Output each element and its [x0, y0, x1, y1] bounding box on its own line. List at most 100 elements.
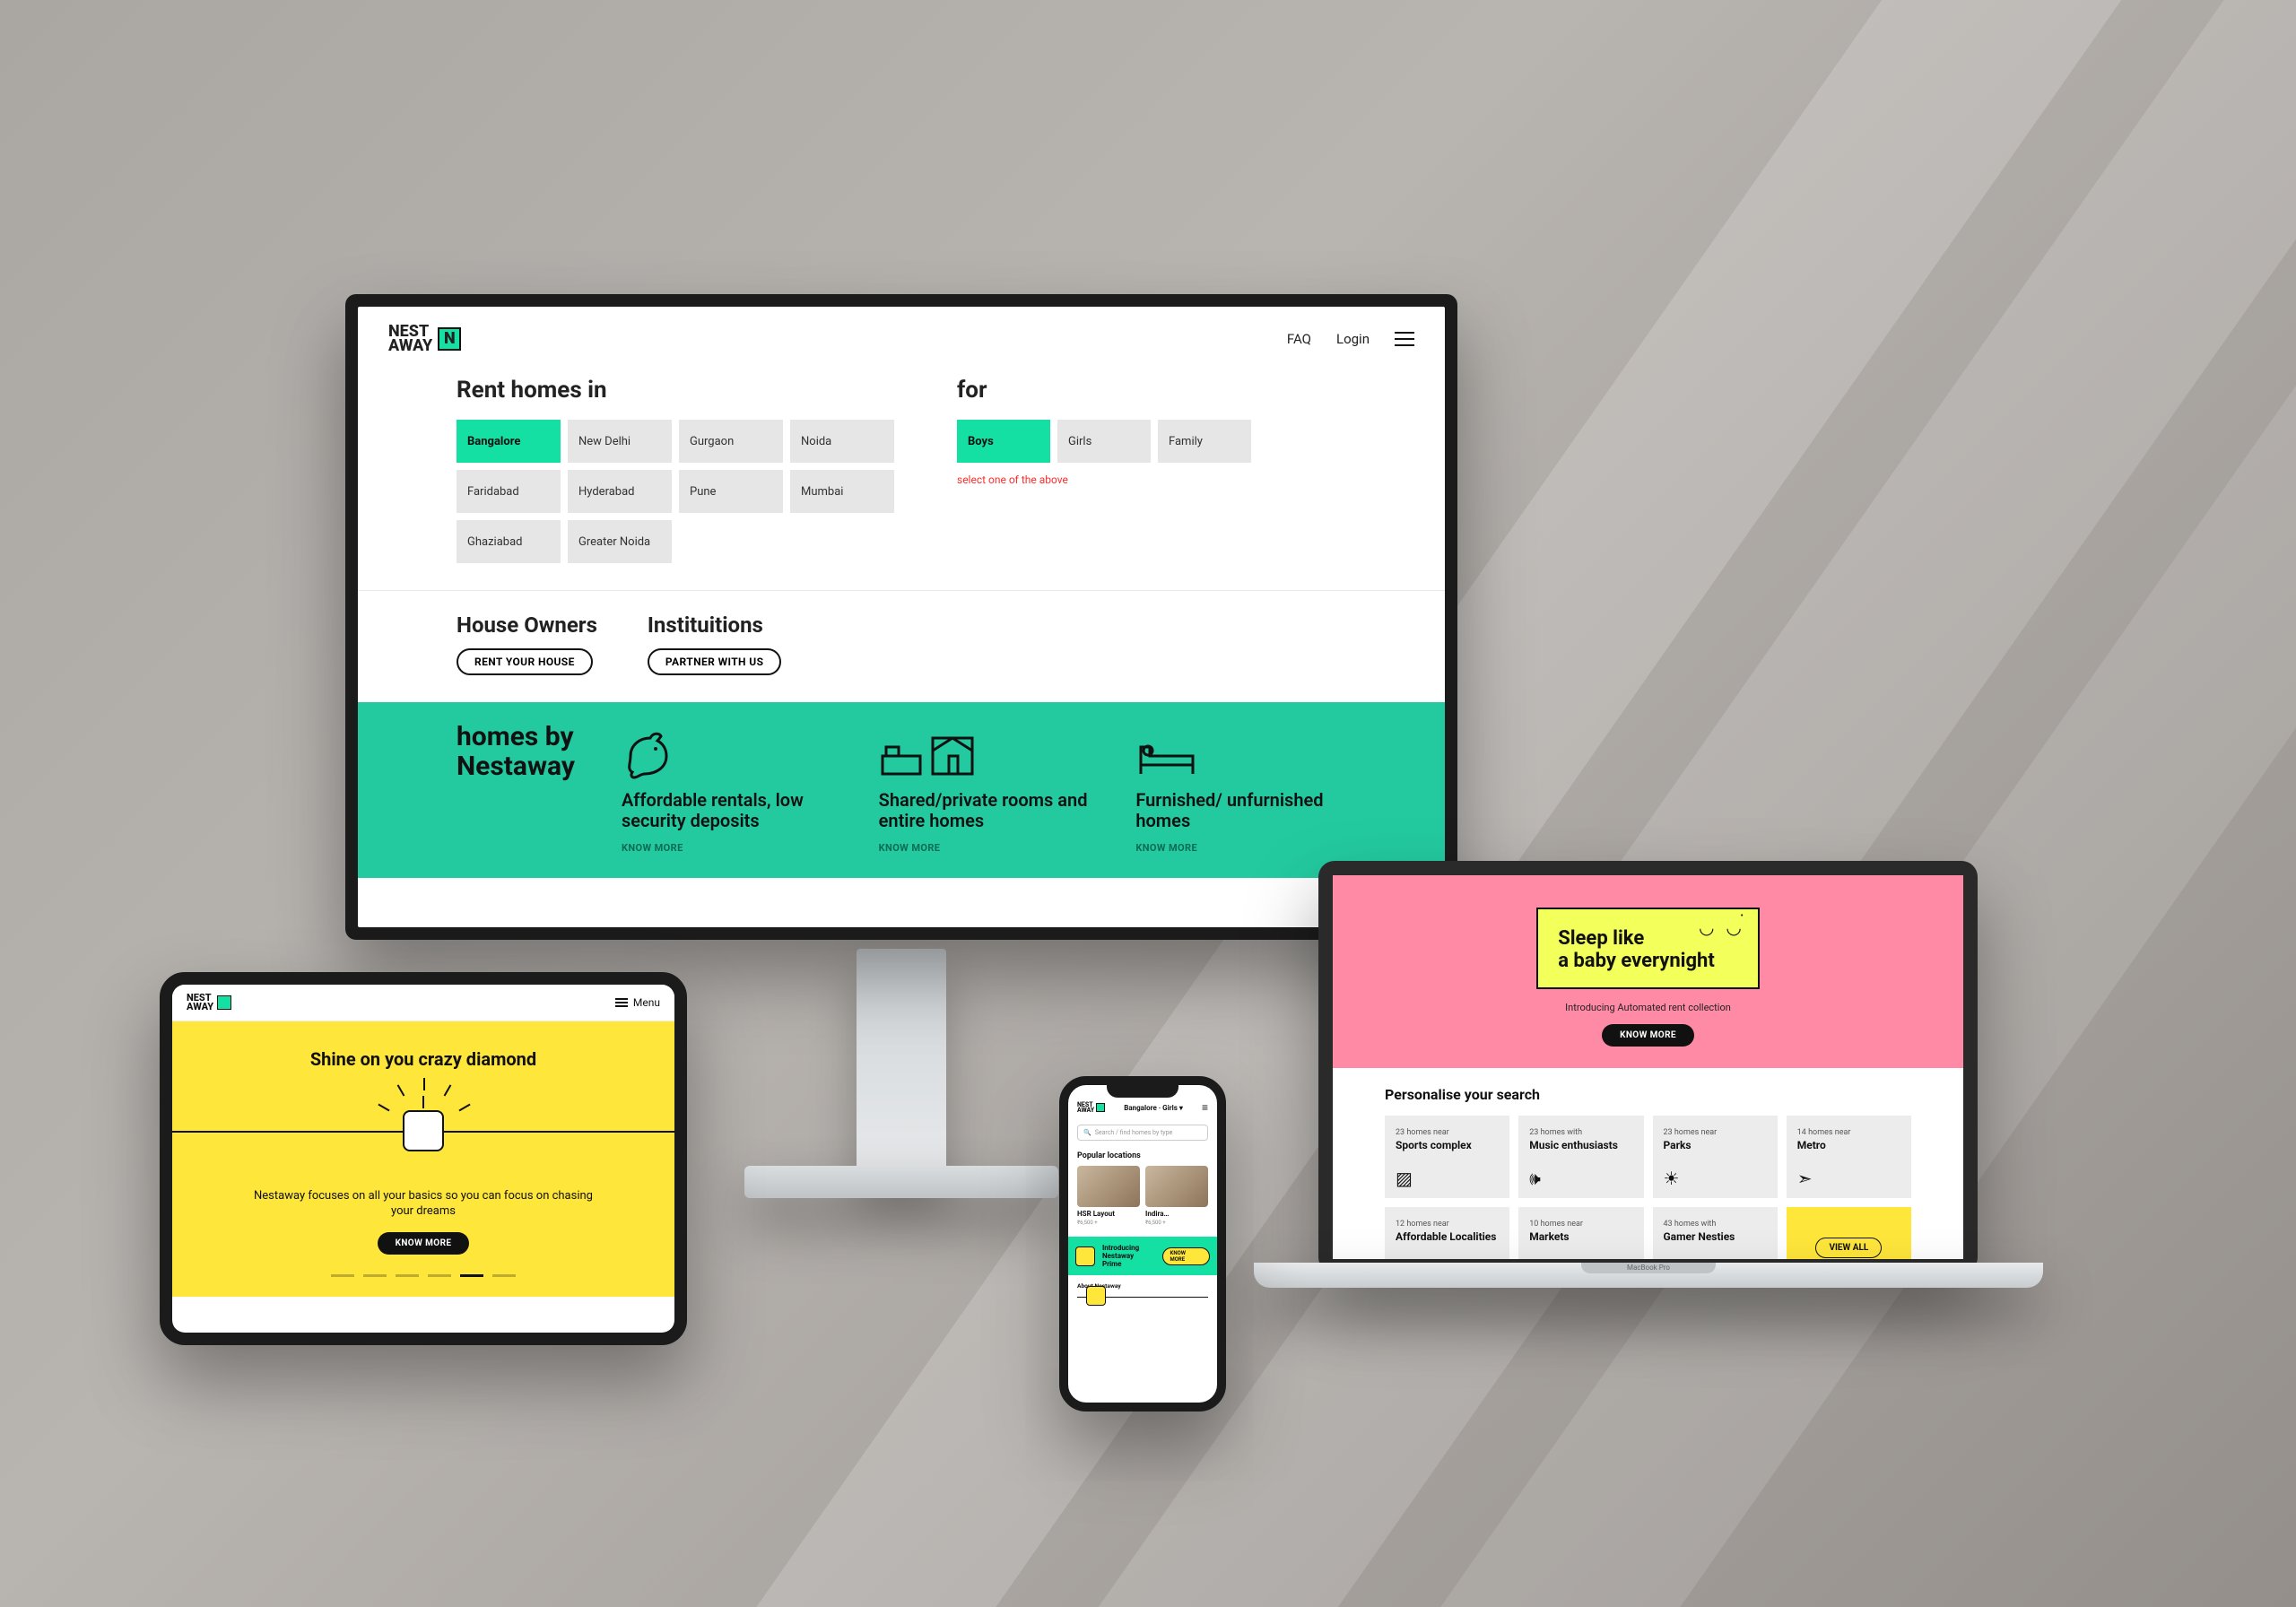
cities-column: Rent homes in BangaloreNew DelhiGurgaonN…: [457, 377, 894, 563]
feature-title: Furnished/ unfurnished homes: [1135, 790, 1346, 831]
divider: [358, 590, 1445, 591]
carousel-dot[interactable]: [331, 1274, 354, 1277]
laptop-hero: ◡ ◡• Sleep likea baby everynight Introdu…: [1333, 875, 1963, 1068]
brand-logo[interactable]: NESTAWAY: [187, 994, 231, 1012]
city-chip-bangalore[interactable]: Bangalore: [457, 420, 561, 463]
hamburger-icon[interactable]: [1395, 332, 1414, 346]
city-chip-greater-noida[interactable]: Greater Noida: [568, 520, 672, 563]
know-more-link[interactable]: KNOW MORE: [622, 842, 683, 854]
city-chip-faridabad[interactable]: Faridabad: [457, 470, 561, 513]
tablet-screen: NESTAWAY Menu Shine on you crazy diamond…: [172, 985, 674, 1333]
card-sub: 12 homes near: [1396, 1220, 1449, 1229]
brand-logo[interactable]: NESTAWAY: [1077, 1102, 1105, 1114]
bed-icon: [1135, 722, 1346, 779]
card-sub: 23 homes with: [1529, 1128, 1582, 1137]
desktop-monitor: NEST AWAY N FAQ Login Rent homes in Bang…: [345, 294, 1457, 940]
know-more-button[interactable]: KNOW MORE: [1162, 1247, 1210, 1265]
brand-text: NEST AWAY: [388, 325, 432, 353]
view-all-card[interactable]: VIEW ALL: [1787, 1207, 1911, 1259]
city-chip-hyderabad[interactable]: Hyderabad: [568, 470, 672, 513]
know-more-button[interactable]: KNOW MORE: [378, 1232, 470, 1255]
city-chip-gurgaon[interactable]: Gurgaon: [679, 420, 783, 463]
laptop-label: MacBook Pro: [1581, 1263, 1716, 1273]
carousel-dot[interactable]: [396, 1274, 419, 1277]
tablet-header: NESTAWAY Menu: [172, 985, 674, 1021]
carousel-dot[interactable]: [428, 1274, 451, 1277]
card-sub: 14 homes near: [1797, 1128, 1851, 1137]
monitor-stand-neck: [857, 949, 946, 1182]
city-chip-new-delhi[interactable]: New Delhi: [568, 420, 672, 463]
card-sub: 23 homes near: [1664, 1128, 1718, 1137]
location-thumb: [1145, 1166, 1208, 1207]
features-lead: homes by Nestaway: [457, 722, 575, 781]
card-title: Parks: [1664, 1139, 1767, 1151]
features-band: homes by Nestaway Affordable rentals, lo…: [358, 702, 1445, 878]
hero-sub: Introducing Automated rent collection: [1333, 1002, 1963, 1013]
location-card[interactable]: HSR Layout ₹6,500 +: [1077, 1166, 1140, 1226]
know-more-link[interactable]: KNOW MORE: [1135, 842, 1197, 854]
personalise-card[interactable]: 23 homes near Parks ☀: [1653, 1116, 1778, 1198]
hamburger-icon[interactable]: ≡: [1202, 1101, 1208, 1114]
know-more-button[interactable]: KNOW MORE: [1602, 1024, 1694, 1047]
rent-your-house-button[interactable]: RENT YOUR HOUSE: [457, 648, 593, 675]
location-price: ₹6,500 +: [1145, 1220, 1166, 1226]
about-section: About Nestaway: [1068, 1275, 1217, 1312]
partner-with-us-button[interactable]: PARTNER WITH US: [648, 648, 782, 675]
hamburger-icon: [615, 998, 628, 1007]
carousel-dot[interactable]: [460, 1274, 483, 1277]
menu-button[interactable]: Menu: [615, 996, 660, 1009]
site-header: NEST AWAY N FAQ Login: [358, 307, 1445, 371]
location-card[interactable]: Indira… ₹6,500 +: [1145, 1166, 1208, 1226]
rent-heading: Rent homes in: [457, 377, 894, 404]
personalise-card[interactable]: 23 homes with Music enthusiasts 🕪: [1518, 1116, 1643, 1198]
tablet: NESTAWAY Menu Shine on you crazy diamond…: [160, 972, 687, 1345]
popular-locations[interactable]: HSR Layout ₹6,500 + Indira… ₹6,500 +: [1077, 1166, 1208, 1226]
location-price: ₹6,500 +: [1077, 1220, 1098, 1226]
card-title: Sports complex: [1396, 1139, 1499, 1151]
popular-heading: Popular locations: [1077, 1151, 1208, 1160]
tablet-hero: Shine on you crazy diamond Nestaway focu…: [172, 1021, 674, 1297]
feature-affordable: Affordable rentals, low security deposit…: [622, 722, 832, 855]
for-grid: BoysGirlsFamily: [957, 420, 1251, 463]
prime-text: IntroducingNestaway Prime: [1102, 1244, 1155, 1268]
brand-mark-icon: N: [438, 327, 461, 351]
for-chip-girls[interactable]: Girls: [1057, 420, 1151, 463]
personalise-card[interactable]: 12 homes near Affordable Localities ⌂: [1385, 1207, 1509, 1259]
institutions-heading: Instituitions: [648, 612, 782, 638]
personalise-card[interactable]: 23 homes near Sports complex ▨: [1385, 1116, 1509, 1198]
feature-rooms: Shared/private rooms and entire homes KN…: [879, 722, 1090, 855]
carousel-dots[interactable]: [197, 1274, 649, 1277]
city-chip-pune[interactable]: Pune: [679, 470, 783, 513]
owners-heading: House Owners: [457, 612, 597, 638]
personalise-card[interactable]: 14 homes near Metro ➣: [1787, 1116, 1911, 1198]
card-title: Markets: [1529, 1230, 1632, 1243]
carousel-dot[interactable]: [363, 1274, 387, 1277]
prime-banner[interactable]: IntroducingNestaway Prime KNOW MORE: [1068, 1237, 1217, 1275]
city-chip-mumbai[interactable]: Mumbai: [790, 470, 894, 513]
breadcrumb[interactable]: Bangalore · Girls ▾: [1105, 1104, 1202, 1112]
carousel-dot[interactable]: [492, 1274, 516, 1277]
location-name: HSR Layout: [1077, 1210, 1140, 1218]
city-chip-ghaziabad[interactable]: Ghaziabad: [457, 520, 561, 563]
speaker-icon: 🕪: [1529, 1168, 1541, 1189]
for-chip-family[interactable]: Family: [1158, 420, 1251, 463]
nav-faq[interactable]: FAQ: [1287, 331, 1311, 347]
city-grid: BangaloreNew DelhiGurgaonNoida FaridabadH…: [457, 420, 894, 563]
nav-login[interactable]: Login: [1336, 331, 1370, 347]
know-more-link[interactable]: KNOW MORE: [879, 842, 941, 854]
search-input[interactable]: 🔍 Search / find homes by type: [1077, 1125, 1208, 1141]
personalise-card[interactable]: 43 homes with Gamer Nesties 🎮: [1653, 1207, 1778, 1259]
brand-logo[interactable]: NEST AWAY N: [388, 325, 461, 353]
location-name: Indira…: [1145, 1210, 1208, 1218]
phone-screen: NESTAWAY Bangalore · Girls ▾ ≡ 🔍 Search …: [1068, 1085, 1217, 1403]
for-chip-boys[interactable]: Boys: [957, 420, 1050, 463]
feature-title: Affordable rentals, low security deposit…: [622, 790, 832, 831]
personalise-card[interactable]: 10 homes near Markets 🛒: [1518, 1207, 1643, 1259]
location-thumb: [1077, 1166, 1140, 1207]
bulb-icon: [403, 1110, 444, 1151]
prime-icon: [1075, 1247, 1095, 1266]
laptop-screen: ◡ ◡• Sleep likea baby everynight Introdu…: [1333, 875, 1963, 1259]
about-illustration-icon: [1077, 1297, 1208, 1298]
owners-row: House Owners RENT YOUR HOUSE Instituitio…: [457, 612, 1346, 675]
city-chip-noida[interactable]: Noida: [790, 420, 894, 463]
